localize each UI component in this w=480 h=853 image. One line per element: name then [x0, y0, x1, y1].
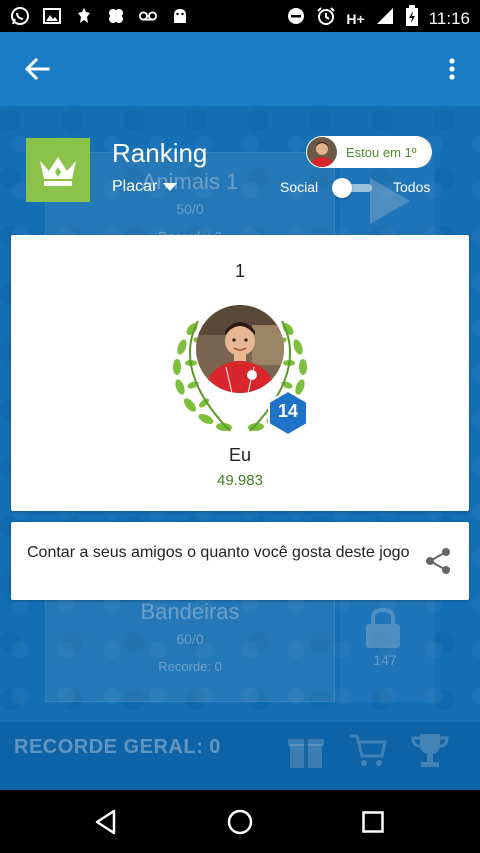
- rank-position: 1: [234, 261, 245, 281]
- battery-icon: [405, 5, 419, 32]
- player-score: 49.983: [217, 472, 263, 489]
- dnd-icon: [286, 6, 306, 31]
- alarm-icon: [316, 6, 336, 31]
- android-icon: [170, 6, 190, 26]
- avatar: [307, 137, 337, 167]
- share-card[interactable]: Contar a seus amigos o quanto você gosta…: [11, 522, 469, 600]
- my-position-label: Estou em 1º: [346, 144, 417, 160]
- status-bar: H+ 11:16: [0, 0, 480, 32]
- ranking-crown-badge: [26, 138, 90, 202]
- whatsapp-icon: [10, 6, 30, 26]
- gallery-icon: [42, 6, 62, 26]
- toggle-label-all: Todos: [393, 179, 431, 195]
- player-level: 14: [277, 401, 299, 421]
- nav-recents-icon: [362, 811, 384, 833]
- nav-home-icon: [227, 809, 253, 835]
- nav-back-button[interactable]: [90, 806, 122, 838]
- more-vert-icon: [449, 58, 455, 80]
- nav-recents-button[interactable]: [357, 806, 389, 838]
- clover-icon: [106, 6, 126, 26]
- switch-thumb: [332, 178, 352, 198]
- crown-icon: [40, 157, 76, 186]
- social-all-switch[interactable]: [332, 178, 374, 198]
- player-avatar: [196, 305, 284, 393]
- score-type-dropdown[interactable]: Placar: [112, 178, 178, 196]
- signal-icon: [375, 6, 395, 31]
- ranking-card: 1 14 Eu 49.983: [11, 235, 469, 511]
- network-type: H+: [346, 10, 365, 27]
- more-options-button[interactable]: [440, 54, 464, 84]
- clock: 11:16: [428, 8, 470, 28]
- nav-back-icon: [95, 809, 116, 835]
- back-button[interactable]: [20, 54, 54, 84]
- my-position-button[interactable]: Estou em 1º: [306, 136, 432, 168]
- app-bar: [0, 32, 480, 106]
- share-message: Contar a seus amigos o quanto você gosta…: [27, 544, 410, 561]
- share-icon[interactable]: [423, 546, 453, 576]
- arrow-back-icon: [24, 57, 50, 81]
- nav-home-button[interactable]: [224, 806, 256, 838]
- system-nav-bar: [0, 790, 480, 853]
- player-name: Eu: [228, 445, 252, 465]
- caret-down-icon: [163, 183, 178, 191]
- score-type-label: Placar: [112, 178, 158, 195]
- page-title: Ranking: [112, 138, 208, 168]
- app-icon: [74, 6, 94, 26]
- toggle-label-social: Social: [280, 179, 319, 195]
- voicemail-icon: [138, 6, 158, 26]
- ranking-scope-toggle: Social Todos: [280, 178, 435, 198]
